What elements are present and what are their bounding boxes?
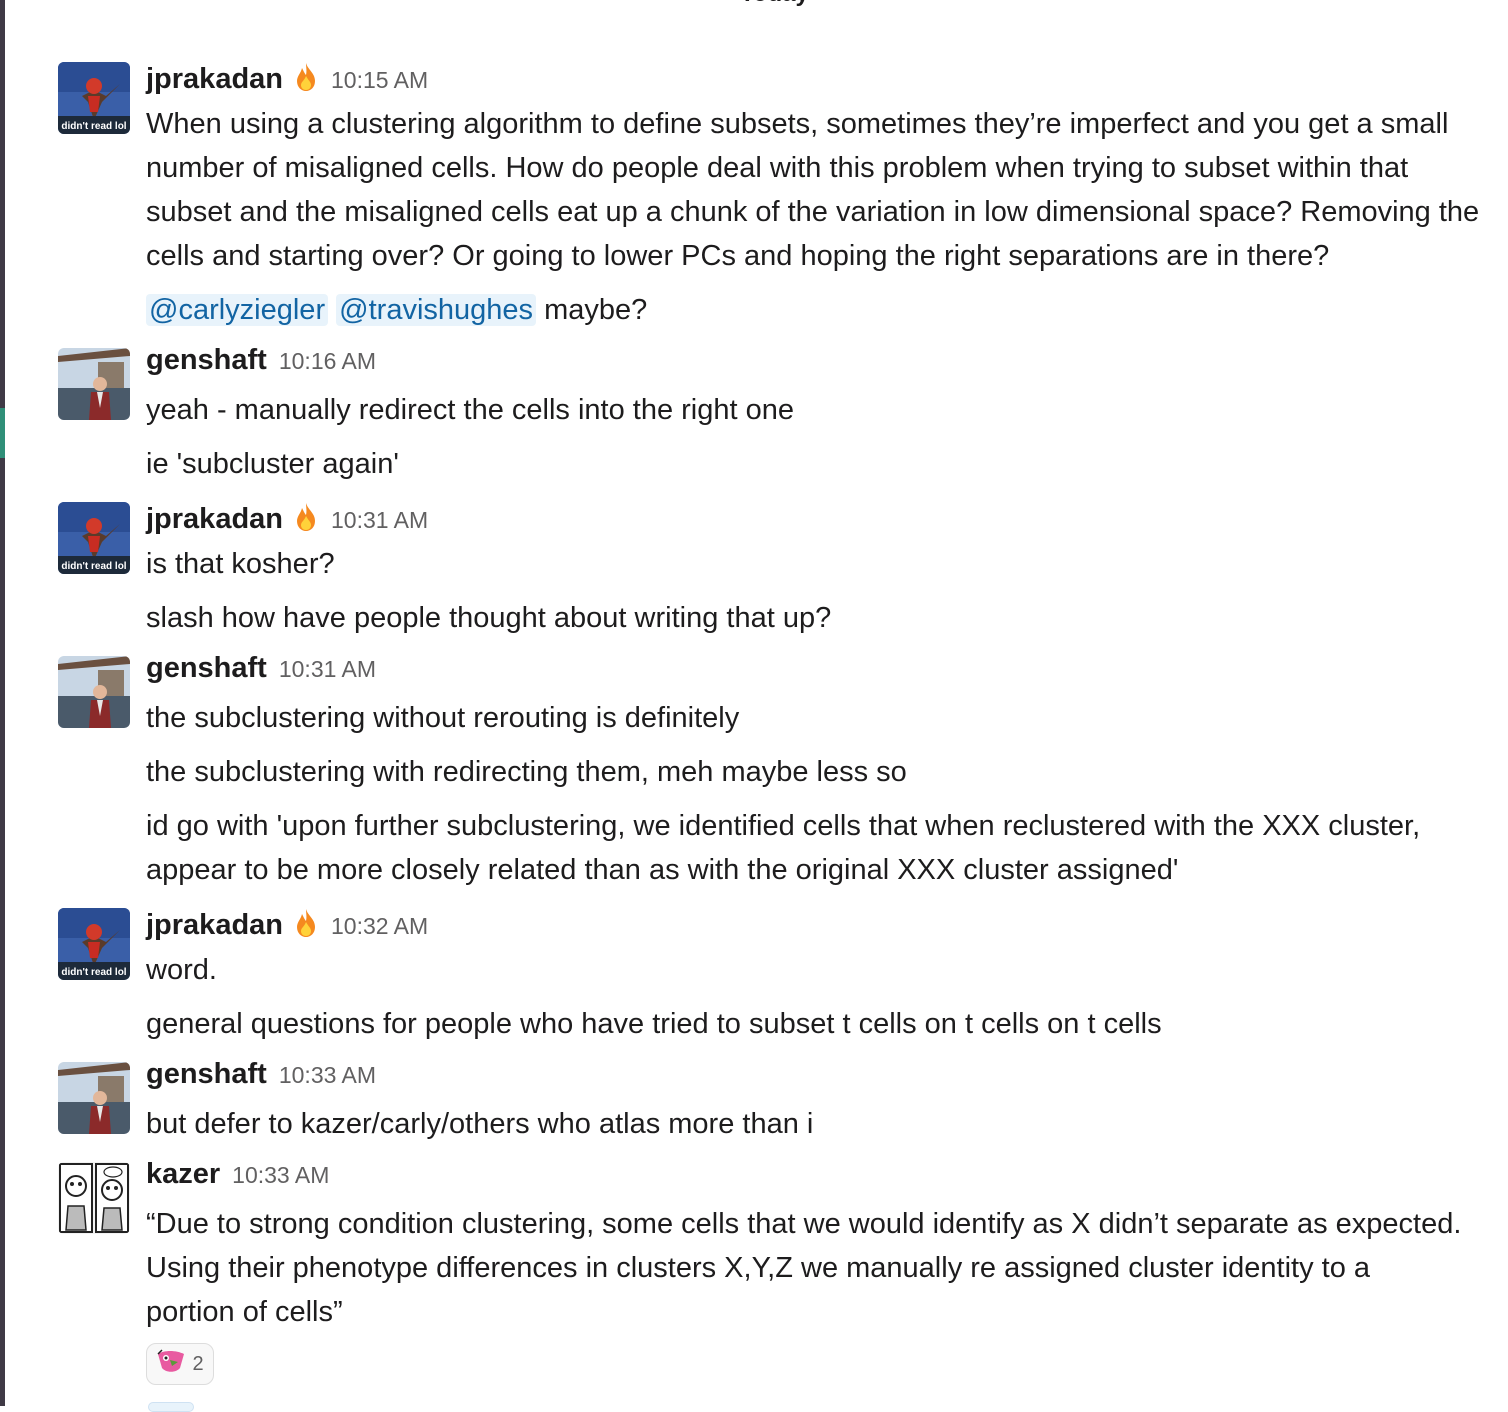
avatar-image [58,656,130,728]
parrot-emoji-icon [156,1348,186,1380]
fire-status-icon [293,908,319,938]
reaction-button[interactable]: 2 [146,1343,214,1385]
message-header: genshaft 10:31 AM [146,652,376,692]
svg-text:didn't read lol: didn't read lol [61,561,126,572]
timestamp[interactable]: 10:16 AM [279,348,376,375]
avatar-jprakadan[interactable]: didn't read lol [58,62,130,134]
day-divider: Today [740,0,809,8]
author-name[interactable]: jprakadan [146,909,283,942]
author-name[interactable]: jprakadan [146,503,283,536]
timestamp[interactable]: 10:32 AM [331,913,428,940]
message-text: yeah - manually redirect the cells into … [146,394,795,426]
fire-status-icon [293,62,319,92]
author-name[interactable]: genshaft [146,344,267,377]
message-text: ie 'subcluster again' [146,448,399,480]
user-mention[interactable]: @carlyziegler [146,294,329,326]
avatar-image [58,1162,130,1234]
message-text: the subclustering with redirecting them,… [146,756,907,788]
fire-status-icon [293,502,319,532]
message-text: “Due to strong condition clustering, som… [146,1208,1462,1240]
message-text: but defer to kazer/carly/others who atla… [146,1108,814,1140]
user-mention[interactable]: @travishughes [336,294,537,326]
avatar-image [58,348,130,420]
timestamp[interactable]: 10:31 AM [279,656,376,683]
message-header: genshaft 10:33 AM [146,1058,376,1098]
message-text: is that kosher? [146,548,335,580]
timestamp[interactable]: 10:33 AM [279,1062,376,1089]
timestamp[interactable]: 10:15 AM [331,67,428,94]
message-header: kazer 10:33 AM [146,1158,329,1198]
add-reaction-button[interactable] [148,1402,194,1412]
timestamp[interactable]: 10:33 AM [232,1162,329,1189]
reaction-count: 2 [192,1352,204,1375]
message-text: Using their phenotype differences in clu… [146,1252,1371,1284]
avatar-genshaft[interactable] [58,348,130,420]
avatar-genshaft[interactable] [58,656,130,728]
mention-tail-text: maybe? [544,294,648,326]
svg-text:didn't read lol: didn't read lol [61,967,126,978]
avatar-genshaft[interactable] [58,1062,130,1134]
avatar-kazer[interactable] [58,1162,130,1234]
message-text: When using a clustering algorithm to def… [146,108,1449,140]
timestamp[interactable]: 10:31 AM [331,507,428,534]
message-text: appear to be more closely related than a… [146,854,1179,886]
message-header: genshaft 10:16 AM [146,344,376,384]
avatar-jprakadan[interactable]: didn't read lol [58,502,130,574]
avatar-jprakadan[interactable]: didn't read lol [58,908,130,980]
message-text: slash how have people thought about writ… [146,602,832,634]
message-text-mentions: @carlyziegler @travishughes maybe? [146,288,1498,332]
message-text: cells and starting over? Or going to low… [146,240,1330,272]
author-name[interactable]: jprakadan [146,63,283,96]
message-header: jprakadan 10:32 AM [146,904,428,944]
message-text: number of misaligned cells. How do peopl… [146,152,1409,184]
message-text: word. [146,954,217,986]
avatar-image: didn't read lol [58,502,130,574]
avatar-image: didn't read lol [58,62,130,134]
author-name[interactable]: kazer [146,1158,220,1191]
author-name[interactable]: genshaft [146,652,267,685]
avatar-image: didn't read lol [58,908,130,980]
message-header: jprakadan 10:31 AM [146,498,428,538]
svg-text:didn't read lol: didn't read lol [61,121,126,132]
message-header: jprakadan 10:15 AM [146,58,428,98]
message-text: id go with 'upon further subclustering, … [146,810,1421,842]
message-text: portion of cells” [146,1296,343,1328]
message-text: general questions for people who have tr… [146,1008,1162,1040]
message-text: subset and the misaligned cells eat up a… [146,196,1480,228]
avatar-image [58,1062,130,1134]
author-name[interactable]: genshaft [146,1058,267,1091]
sidebar-active-indicator [0,408,5,458]
message-text: the subclustering without rerouting is d… [146,702,740,734]
sidebar-edge [0,0,5,1406]
